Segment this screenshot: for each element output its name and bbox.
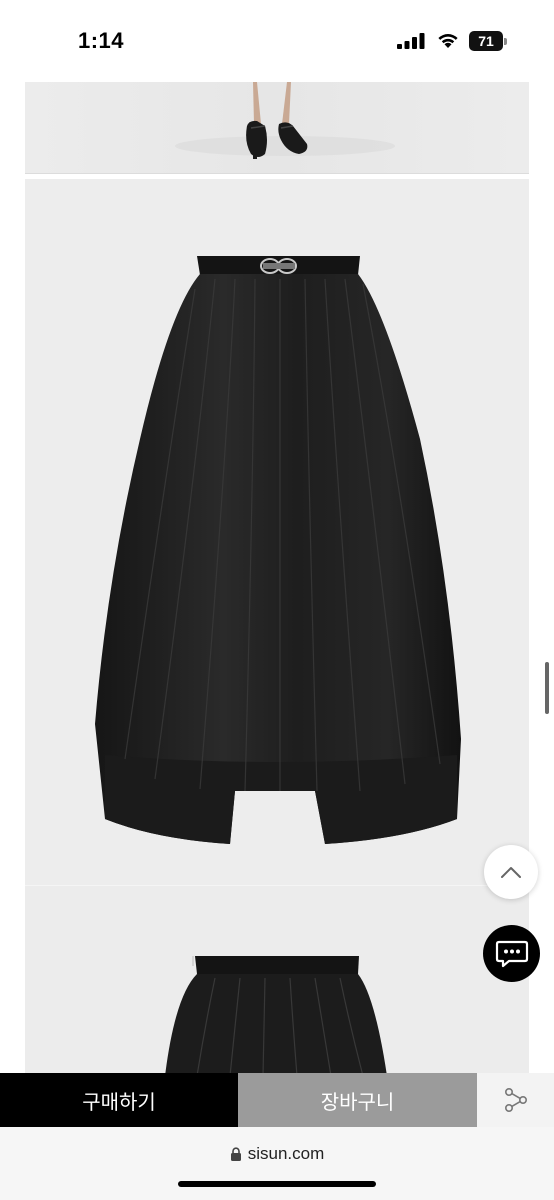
browser-url-bar: sisun.com: [0, 1127, 554, 1200]
share-icon: [504, 1087, 527, 1112]
chevron-up-icon: [501, 867, 521, 878]
skirt-detail-illustration: [165, 956, 387, 1073]
url-text: sisun.com: [247, 1144, 325, 1163]
signal-icon: [397, 33, 425, 49]
product-detail-content[interactable]: [0, 82, 554, 1073]
skirt-detail-photo: [25, 885, 529, 1073]
skirt-front-photo: [25, 179, 529, 885]
buy-button[interactable]: 구매하기: [0, 1073, 238, 1127]
status-time: 1:14: [78, 28, 125, 53]
wifi-icon: [438, 34, 458, 48]
address-field[interactable]: sisun.com: [0, 1143, 554, 1165]
chat-button[interactable]: [483, 925, 540, 982]
add-to-cart-button[interactable]: 장바구니: [238, 1073, 477, 1127]
model-shoes-illustration: [25, 82, 529, 173]
status-bar: 1:14 71: [0, 0, 554, 82]
battery-icon: 71: [469, 31, 509, 51]
battery-nub: [504, 38, 507, 45]
share-button[interactable]: [477, 1073, 554, 1127]
chat-bubble-icon: [495, 940, 528, 967]
battery-level: 71: [478, 33, 494, 49]
black-skirt-illustration: [95, 256, 461, 844]
scroll-to-top-button[interactable]: [484, 845, 538, 899]
scrollbar-thumb[interactable]: [545, 662, 549, 714]
home-indicator[interactable]: [178, 1181, 376, 1187]
purchase-action-bar: 구매하기 장바구니: [0, 1073, 554, 1127]
model-shoes-photo: [25, 82, 529, 174]
lock-icon: [230, 1147, 241, 1161]
